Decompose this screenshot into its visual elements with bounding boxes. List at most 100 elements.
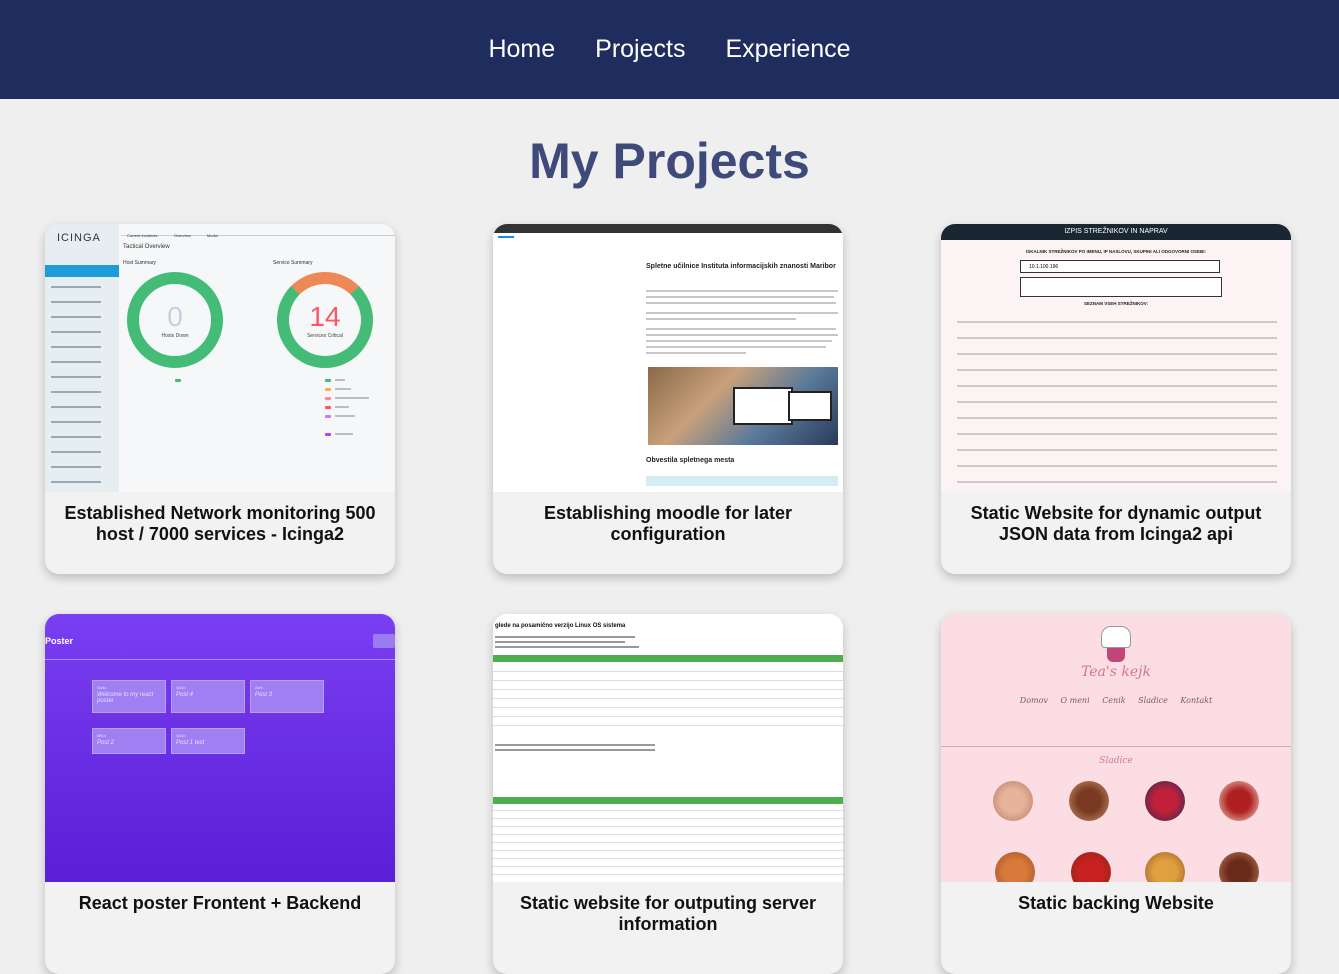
project-card-react-poster[interactable]: Poster Gašo Welcome to my react poster G… — [45, 614, 395, 974]
json-header: IZPIS STREŽNIKOV IN NAPRAV — [941, 224, 1291, 240]
project-caption: Established Network monitoring 500 host … — [64, 503, 376, 544]
nav-projects-link[interactable]: Projects — [595, 35, 685, 64]
icinga-sidebar-line — [51, 316, 101, 318]
table-row — [493, 866, 843, 867]
icinga-sidebar-line — [51, 346, 101, 348]
services-critical-label: Services Critical — [307, 333, 343, 339]
text-line — [646, 352, 746, 354]
legend-swatch — [325, 379, 331, 382]
cake-image — [993, 781, 1033, 821]
baking-menu: Domov O meni Cenik Sladice Kontakt — [941, 696, 1291, 705]
project-thumbnail-baking: Tea's kejk Domov O meni Cenik Sladice Ko… — [941, 614, 1291, 882]
project-thumbnail-server-info: glede na posamično verzijo Linux OS sist… — [493, 614, 843, 882]
poster-new-button — [373, 634, 395, 648]
table-row — [493, 680, 843, 681]
icinga-tab: Overview — [173, 233, 191, 238]
table-row — [493, 725, 843, 726]
json-row — [957, 353, 1277, 355]
moodle-active-tab — [498, 236, 514, 238]
icinga-sidebar-line — [51, 436, 101, 438]
project-thumbnail-icinga: icinga Current Incidents Overview Modul … — [45, 224, 395, 492]
text-line — [646, 312, 838, 314]
icinga-heading: Tactical Overview — [123, 244, 170, 250]
legend-text — [335, 406, 349, 408]
json-row — [957, 321, 1277, 323]
top-navigation: Home Projects Experience — [0, 0, 1339, 99]
note-user: Gašo — [97, 685, 107, 690]
legend-swatch — [325, 397, 331, 400]
icinga-host-summary: Host Summary — [123, 260, 157, 266]
project-caption: Static website for outputing server info… — [519, 893, 817, 934]
poster-note: Aleš Post 3 — [250, 680, 324, 713]
table-row — [493, 858, 843, 859]
legend-swatch — [325, 433, 331, 436]
table-row — [493, 826, 843, 827]
icinga-sidebar-line — [51, 466, 101, 468]
note-text: Post 2 — [97, 740, 115, 746]
table-row — [493, 689, 843, 690]
project-thumbnail-json: IZPIS STREŽNIKOV IN NAPRAV ISKALNIK STRE… — [941, 224, 1291, 492]
table-header — [493, 797, 843, 804]
legend-swatch — [325, 388, 331, 391]
table-row — [493, 818, 843, 819]
icinga-sidebar-line — [51, 376, 101, 378]
json-row — [957, 385, 1277, 387]
text-line — [646, 340, 832, 342]
legend-swatch — [325, 415, 331, 418]
json-row — [957, 369, 1277, 371]
text-line — [646, 296, 834, 298]
cake-image — [1071, 852, 1111, 882]
poster-note: Gašo Welcome to my react poster — [92, 680, 166, 713]
text-line — [646, 346, 826, 348]
baking-menu-item: Cenik — [1102, 696, 1126, 705]
icinga-sidebar-line — [51, 421, 101, 423]
project-card-icinga[interactable]: icinga Current Incidents Overview Modul … — [45, 224, 395, 574]
text-line — [495, 749, 655, 751]
project-card-server-info[interactable]: glede na posamično verzijo Linux OS sist… — [493, 614, 843, 974]
project-card-json[interactable]: IZPIS STREŽNIKOV IN NAPRAV ISKALNIK STRE… — [941, 224, 1291, 574]
monitor-icon — [733, 387, 793, 425]
legend-swatch — [175, 379, 181, 382]
nav-experience-link[interactable]: Experience — [725, 35, 850, 64]
text-line — [495, 641, 625, 643]
legend-text — [335, 379, 345, 381]
json-search-label: ISKALNIK STREŽNIKOV PO IMENU, IP NASLOVU… — [1025, 249, 1206, 254]
json-search-input: 10.1.100.196 — [1020, 260, 1220, 273]
baking-divider — [941, 746, 1291, 747]
poster-note: Gašo Post 4 — [171, 680, 245, 713]
baking-menu-item: Sladice — [1138, 696, 1168, 705]
table-row — [493, 716, 843, 717]
note-user: Miha — [97, 733, 106, 738]
nav-home-link[interactable]: Home — [488, 35, 555, 64]
json-row — [957, 433, 1277, 435]
services-critical-donut: 14 Services Critical — [277, 272, 373, 368]
icinga-sidebar-line — [51, 406, 101, 408]
project-card-baking[interactable]: Tea's kejk Domov O meni Cenik Sladice Ko… — [941, 614, 1291, 974]
table-row — [493, 698, 843, 699]
note-text: Post 4 — [176, 692, 194, 698]
text-line — [646, 328, 836, 330]
text-line — [495, 744, 655, 746]
table-row — [493, 671, 843, 672]
baking-section-title: Sladice — [1099, 756, 1133, 766]
cake-image — [1219, 852, 1259, 882]
text-line — [646, 302, 836, 304]
project-card-moodle[interactable]: Spletne učilnice Instituta informacijski… — [493, 224, 843, 574]
poster-note: Miha Post 2 — [92, 728, 166, 754]
note-user: Gašo — [176, 685, 186, 690]
table-row — [493, 834, 843, 835]
baking-menu-item: O meni — [1060, 696, 1090, 705]
text-line — [495, 636, 635, 638]
icinga-logo: icinga — [57, 232, 101, 244]
cake-image — [995, 852, 1035, 882]
poster-header — [45, 614, 395, 660]
json-row — [957, 417, 1277, 419]
icinga-tab: Current Incidents — [127, 233, 158, 238]
legend-swatch — [325, 406, 331, 409]
icinga-sidebar-line — [51, 286, 101, 288]
icinga-sidebar-line — [51, 481, 101, 483]
json-result-box — [1020, 277, 1222, 297]
poster-note: Gašo Post 1 test — [171, 728, 245, 754]
table-row — [493, 707, 843, 708]
json-row — [957, 465, 1277, 467]
